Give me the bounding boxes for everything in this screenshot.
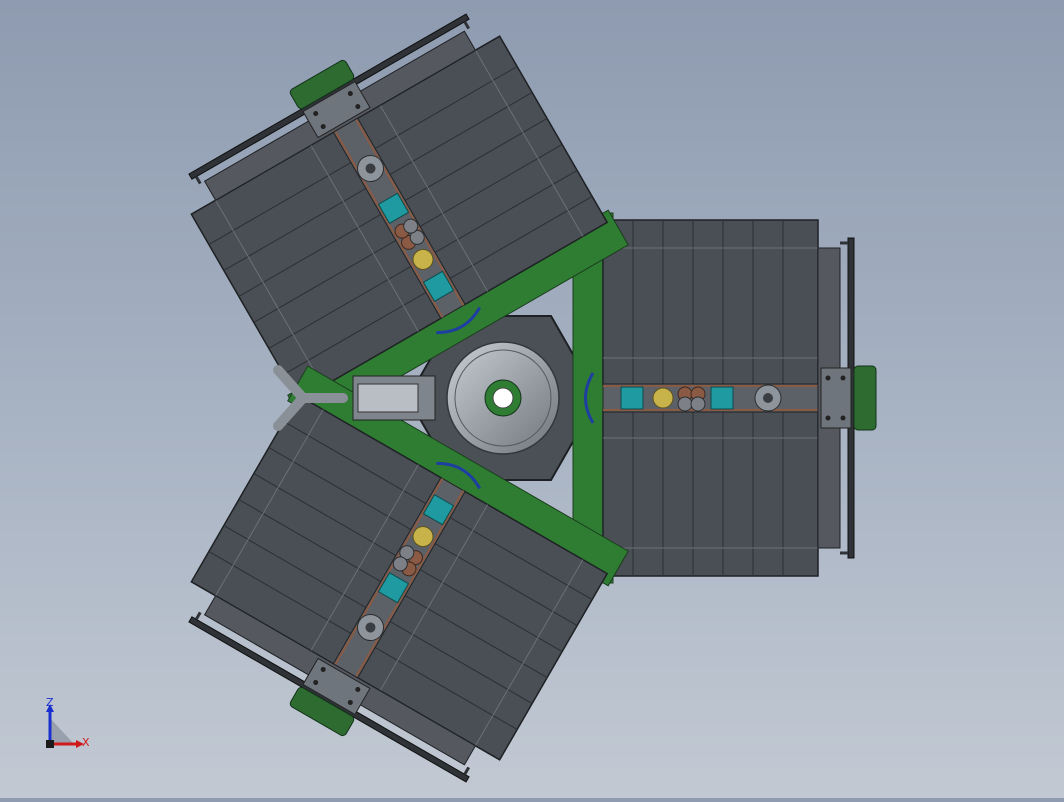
assembly-drawing xyxy=(154,0,878,802)
x-axis-label: X xyxy=(82,736,90,749)
z-axis-label: Z xyxy=(46,696,54,709)
hub-bore xyxy=(492,387,514,409)
assembly xyxy=(154,0,878,802)
axis-triad: Z X xyxy=(40,696,100,756)
module-right xyxy=(571,211,878,585)
cad-viewport[interactable]: Z X xyxy=(0,0,1064,802)
